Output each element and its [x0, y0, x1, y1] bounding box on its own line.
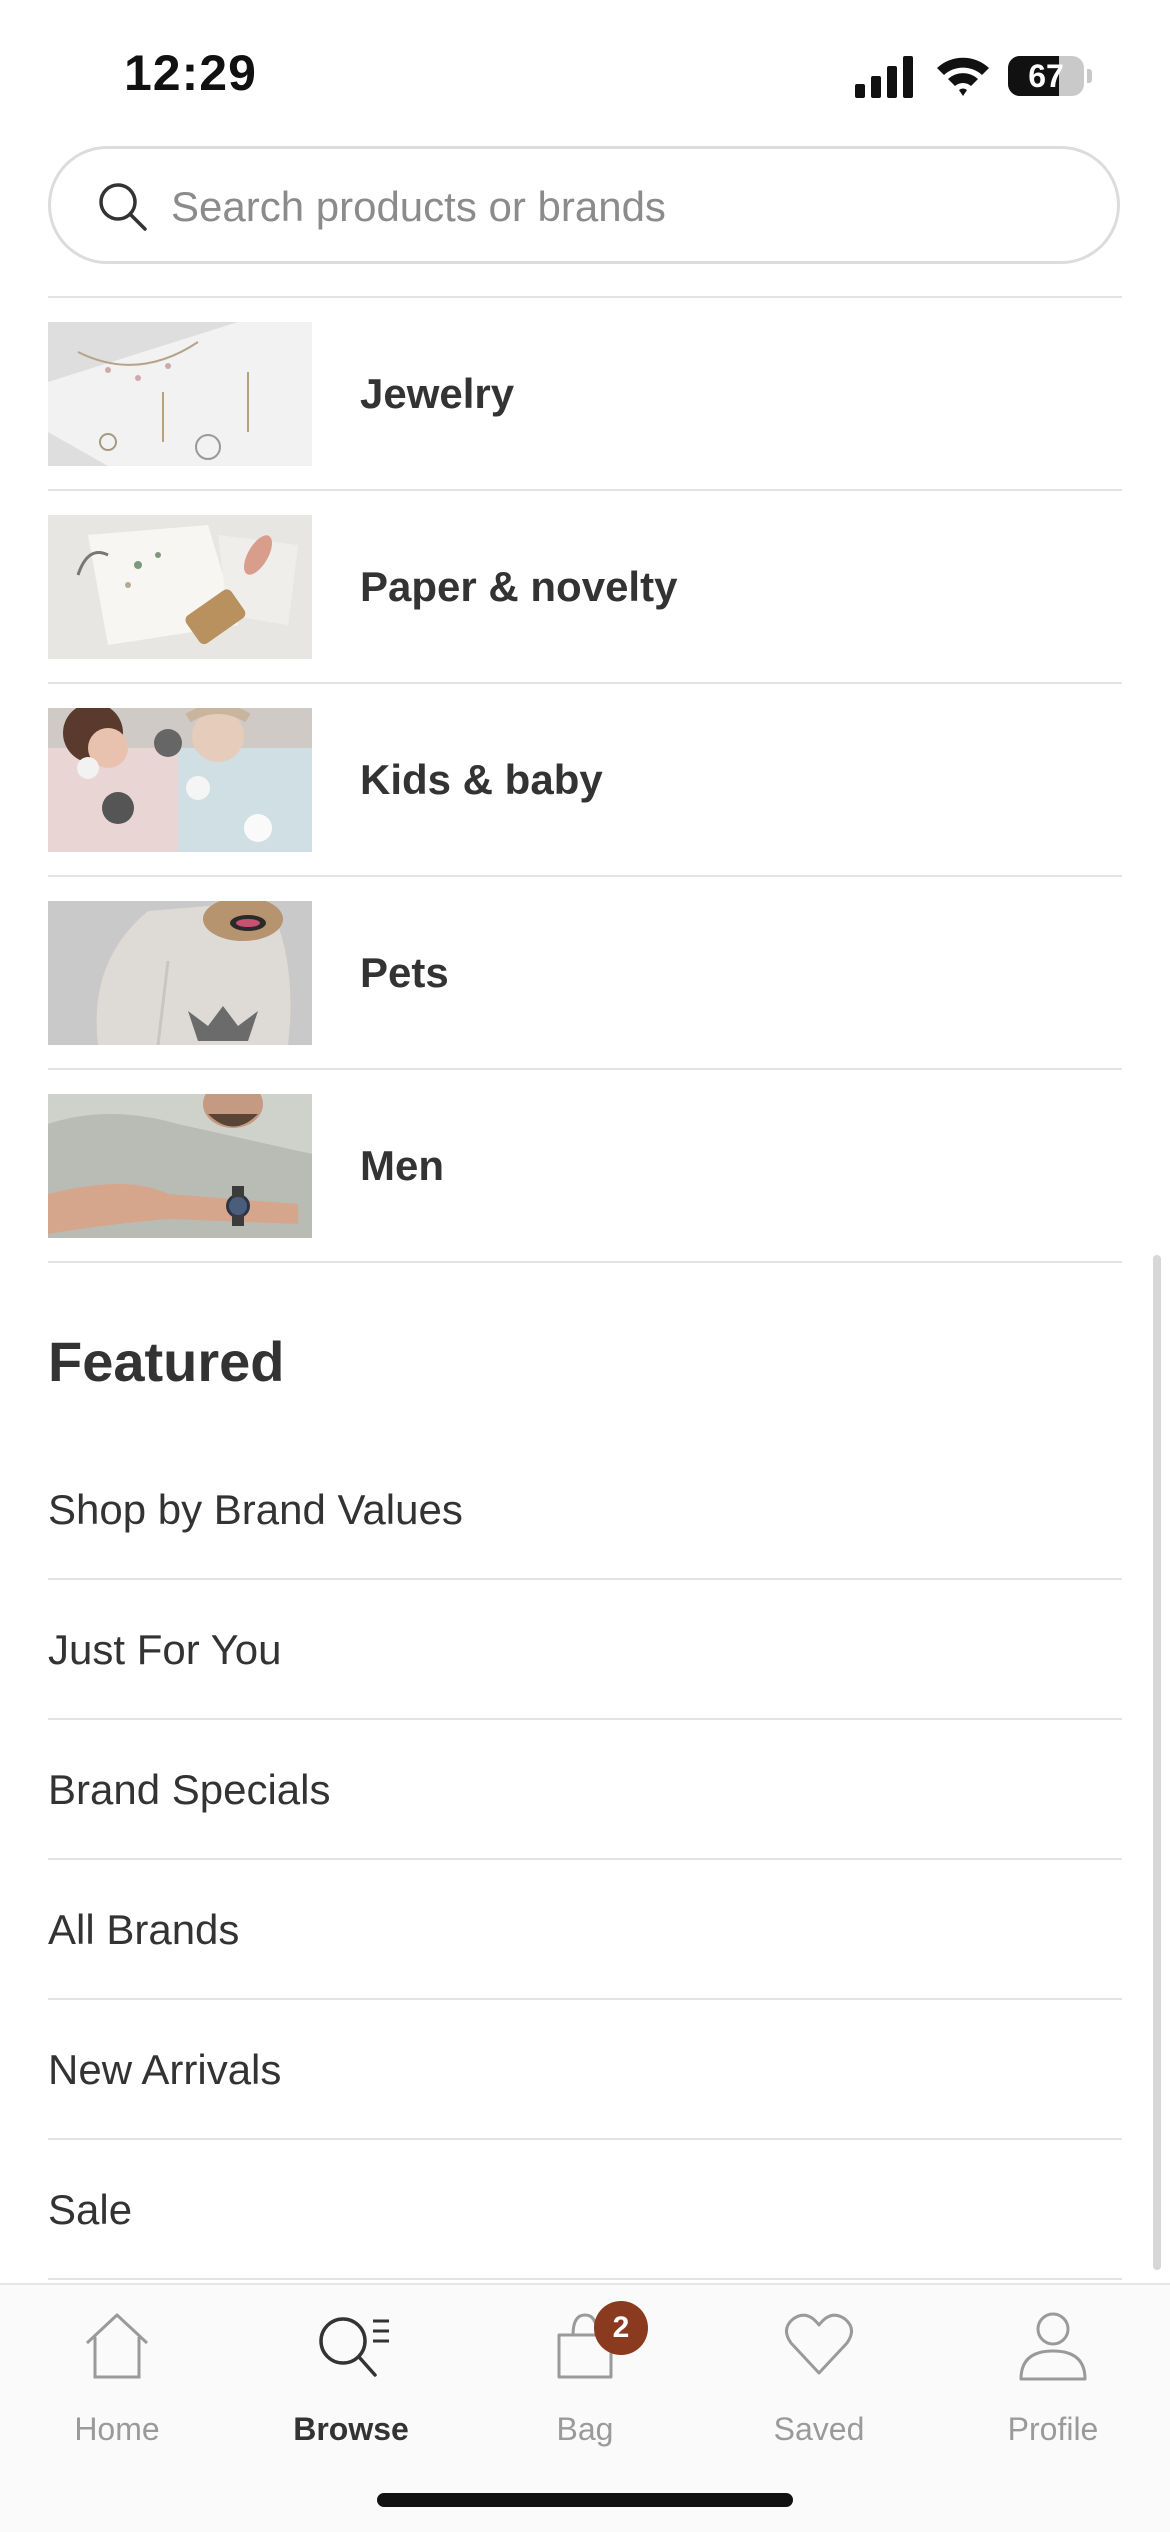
- kids-baby-thumbnail: [48, 708, 312, 852]
- battery-indicator: 67: [1008, 56, 1092, 96]
- tab-label: Browse: [293, 2411, 409, 2447]
- category-label: Paper & novelty: [360, 563, 678, 610]
- search-placeholder: Search products or brands: [171, 183, 666, 230]
- home-icon: [85, 2313, 149, 2379]
- heart-icon: [785, 2313, 853, 2375]
- tab-label: Bag: [556, 2411, 614, 2447]
- home-indicator: [377, 2493, 793, 2507]
- category-row-pets[interactable]: Pets: [48, 875, 1122, 1068]
- tab-label: Home: [74, 2411, 160, 2447]
- category-label: Pets: [360, 949, 449, 996]
- status-bar: 12:29 67: [0, 0, 1170, 140]
- featured-item-new-arrivals[interactable]: New Arrivals: [48, 2000, 1122, 2140]
- search-input[interactable]: Search products or brands: [48, 146, 1120, 264]
- men-thumbnail: [48, 1094, 312, 1238]
- profile-icon: [1019, 2312, 1087, 2381]
- category-label: Men: [360, 1142, 444, 1189]
- jewelry-thumbnail: [48, 322, 312, 466]
- featured-item-just-for-you[interactable]: Just For You: [48, 1580, 1122, 1720]
- featured-item-shop-by-brand-values[interactable]: Shop by Brand Values: [48, 1440, 1122, 1580]
- category-label: Jewelry: [360, 370, 515, 417]
- featured-item-sale[interactable]: Sale: [48, 2140, 1122, 2280]
- scrollbar[interactable]: [1153, 1255, 1161, 2270]
- signal-icon: [855, 56, 913, 98]
- category-row-men[interactable]: Men: [48, 1068, 1122, 1263]
- tab-browse[interactable]: Browse: [234, 2305, 468, 2455]
- wifi-icon: [937, 57, 989, 96]
- battery-level: 67: [1028, 58, 1064, 94]
- category-label: Kids & baby: [360, 756, 603, 803]
- category-row-jewelry[interactable]: Jewelry: [48, 296, 1122, 489]
- tab-saved[interactable]: Saved: [702, 2305, 936, 2455]
- featured-item-all-brands[interactable]: All Brands: [48, 1860, 1122, 2000]
- tab-label: Saved: [773, 2411, 865, 2447]
- tab-home[interactable]: Home: [0, 2305, 234, 2455]
- tab-bag[interactable]: 2 Bag: [468, 2301, 702, 2455]
- paper-novelty-thumbnail: [48, 515, 312, 659]
- featured-item-brand-specials[interactable]: Brand Specials: [48, 1720, 1122, 1860]
- pets-thumbnail: [48, 901, 312, 1045]
- browse-icon: [319, 2317, 389, 2377]
- category-row-kids-baby[interactable]: Kids & baby: [48, 682, 1122, 875]
- featured-list: Shop by Brand Values Just For You Brand …: [48, 1440, 1122, 2280]
- tab-label: Profile: [1007, 2411, 1099, 2447]
- status-time: 12:29: [124, 45, 257, 101]
- category-list: Jewelry Paper & novelty Kids & baby Pets…: [48, 296, 1122, 1263]
- search-icon: [99, 183, 147, 231]
- category-row-paper-novelty[interactable]: Paper & novelty: [48, 489, 1122, 682]
- bag-count-badge: 2: [594, 2301, 648, 2355]
- tab-profile[interactable]: Profile: [936, 2305, 1170, 2455]
- featured-heading: Featured: [48, 1330, 285, 1393]
